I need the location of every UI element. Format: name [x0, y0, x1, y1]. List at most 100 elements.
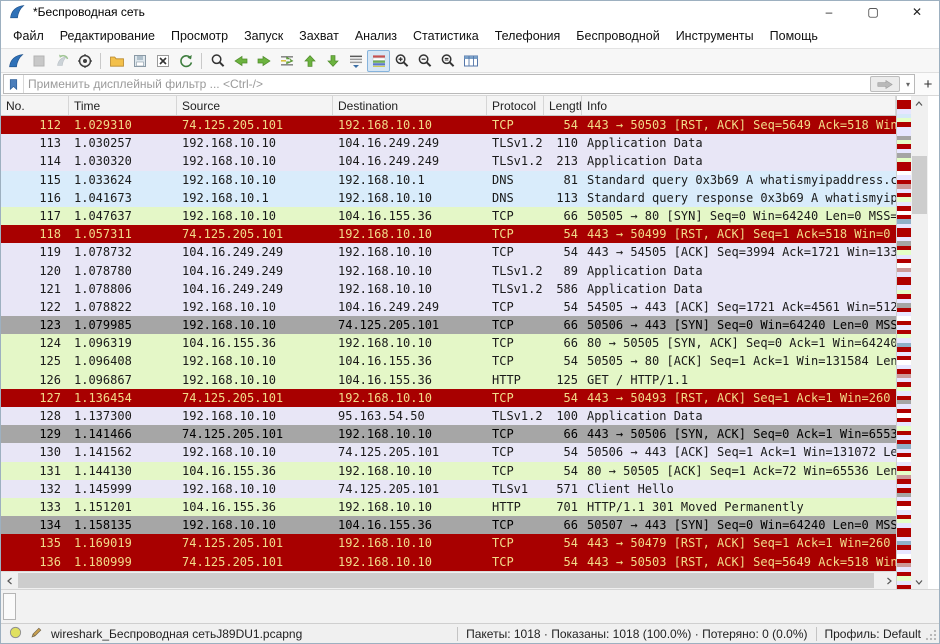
packet-row[interactable]: 1121.02931074.125.205.101192.168.10.10TC…: [1, 116, 896, 134]
resize-columns-icon[interactable]: [459, 50, 482, 72]
menu-статистика[interactable]: Статистика: [405, 25, 487, 47]
packet-row[interactable]: 1211.078806104.16.249.249192.168.10.10TL…: [1, 280, 896, 298]
menu-запуск[interactable]: Запуск: [236, 25, 291, 47]
packet-row[interactable]: 1261.096867192.168.10.10104.16.155.36HTT…: [1, 371, 896, 389]
packet-row[interactable]: 1151.033624192.168.10.10192.168.10.1DNS8…: [1, 171, 896, 189]
packet-minimap[interactable]: [896, 96, 911, 589]
menu-просмотр[interactable]: Просмотр: [163, 25, 236, 47]
toolbar-separator: [100, 53, 101, 69]
expert-info-icon[interactable]: [9, 626, 22, 642]
column-header-info[interactable]: Info: [582, 96, 896, 115]
apply-filter-button[interactable]: [870, 76, 900, 92]
close-button[interactable]: ✕: [895, 1, 939, 23]
vertical-scroll-thumb[interactable]: [912, 156, 926, 214]
packet-row[interactable]: 1191.078732104.16.249.249192.168.10.10TC…: [1, 243, 896, 261]
restart-capture-icon[interactable]: [50, 50, 73, 72]
packet-row[interactable]: 1361.18099974.125.205.101192.168.10.10TC…: [1, 553, 896, 571]
packet-row[interactable]: 1271.13645474.125.205.101192.168.10.10TC…: [1, 389, 896, 407]
scroll-left-icon[interactable]: [1, 572, 18, 589]
find-packet-icon[interactable]: [206, 50, 229, 72]
packet-row[interactable]: 1141.030320192.168.10.10104.16.249.249TL…: [1, 152, 896, 170]
column-header-length[interactable]: Length: [544, 96, 582, 115]
capture-options-icon[interactable]: [73, 50, 96, 72]
scroll-right-icon[interactable]: [880, 572, 897, 589]
packet-row[interactable]: 1301.141562192.168.10.1074.125.205.101TC…: [1, 443, 896, 461]
scroll-down-icon[interactable]: [911, 574, 927, 589]
column-header-protocol[interactable]: Protocol: [487, 96, 544, 115]
packet-row[interactable]: 1331.151201104.16.155.36192.168.10.10HTT…: [1, 498, 896, 516]
packet-row[interactable]: 1201.078780104.16.249.249192.168.10.10TL…: [1, 262, 896, 280]
resize-grip[interactable]: [925, 629, 937, 641]
packet-row[interactable]: 1181.05731174.125.205.101192.168.10.10TC…: [1, 225, 896, 243]
go-forward-icon[interactable]: [252, 50, 275, 72]
packet-cell: TLSv1.2: [487, 152, 544, 170]
menu-редактирование[interactable]: Редактирование: [52, 25, 163, 47]
go-last-icon[interactable]: [321, 50, 344, 72]
menu-помощь[interactable]: Помощь: [762, 25, 826, 47]
reload-file-icon[interactable]: [174, 50, 197, 72]
auto-scroll-icon[interactable]: [344, 50, 367, 72]
menu-телефония[interactable]: Телефония: [487, 25, 569, 47]
vertical-scrollbar[interactable]: [911, 96, 927, 589]
packet-cell: 74.125.205.101: [177, 534, 333, 552]
packet-row[interactable]: 1131.030257192.168.10.10104.16.249.249TL…: [1, 134, 896, 152]
column-header-destination[interactable]: Destination: [333, 96, 487, 115]
go-to-packet-icon[interactable]: [275, 50, 298, 72]
packet-cell: 1.144130: [69, 462, 177, 480]
packet-row[interactable]: 1341.158135192.168.10.10104.16.155.36TCP…: [1, 516, 896, 534]
capture-file-name[interactable]: wireshark_Беспроводная сетьJ89DU1.pcapng: [51, 627, 302, 641]
go-back-icon[interactable]: [229, 50, 252, 72]
status-bar: wireshark_Беспроводная сетьJ89DU1.pcapng…: [1, 623, 939, 643]
save-file-icon[interactable]: [128, 50, 151, 72]
packet-cell: 95.163.54.50: [333, 407, 487, 425]
packet-row[interactable]: 1351.16901974.125.205.101192.168.10.10TC…: [1, 534, 896, 552]
menu-захват[interactable]: Захват: [291, 25, 347, 47]
packet-row[interactable]: 1291.14146674.125.205.101192.168.10.10TC…: [1, 425, 896, 443]
close-file-icon[interactable]: [151, 50, 174, 72]
profile-label[interactable]: Профиль: Default: [825, 627, 922, 641]
start-capture-icon[interactable]: [4, 50, 27, 72]
capture-comment-icon[interactable]: [30, 626, 43, 642]
packet-cell: 54: [544, 389, 582, 407]
packet-row[interactable]: 1161.041673192.168.10.1192.168.10.10DNS1…: [1, 189, 896, 207]
zoom-out-icon[interactable]: [413, 50, 436, 72]
packet-cell: Application Data: [582, 262, 896, 280]
menu-инструменты[interactable]: Инструменты: [668, 25, 762, 47]
packet-row[interactable]: 1221.078822192.168.10.10104.16.249.249TC…: [1, 298, 896, 316]
packet-row[interactable]: 1231.079985192.168.10.1074.125.205.101TC…: [1, 316, 896, 334]
packet-row[interactable]: 1281.137300192.168.10.1095.163.54.50TLSv…: [1, 407, 896, 425]
horizontal-scrollbar[interactable]: [1, 571, 897, 589]
packet-cell: 104.16.155.36: [333, 371, 487, 389]
packet-cell: DNS: [487, 189, 544, 207]
filter-bookmark-icon[interactable]: [4, 75, 24, 93]
scroll-up-icon[interactable]: [911, 96, 927, 111]
minimize-button[interactable]: –: [807, 1, 851, 23]
packet-row[interactable]: 1321.145999192.168.10.1074.125.205.101TL…: [1, 480, 896, 498]
vertical-scroll-track[interactable]: [911, 111, 927, 574]
menu-файл[interactable]: Файл: [5, 25, 52, 47]
packet-cell: 54: [544, 534, 582, 552]
display-filter-input[interactable]: [24, 76, 870, 92]
packet-row[interactable]: 1171.047637192.168.10.10104.16.155.36TCP…: [1, 207, 896, 225]
column-header-no[interactable]: No.: [1, 96, 69, 115]
menu-беспроводной[interactable]: Беспроводной: [568, 25, 667, 47]
horizontal-scroll-thumb[interactable]: [18, 573, 874, 588]
packet-row[interactable]: 1311.144130104.16.155.36192.168.10.10TCP…: [1, 462, 896, 480]
pane-splitter-handle[interactable]: [3, 593, 16, 620]
go-first-icon[interactable]: [298, 50, 321, 72]
packet-cell: 192.168.10.10: [177, 298, 333, 316]
packet-row[interactable]: 1241.096319104.16.155.36192.168.10.10TCP…: [1, 334, 896, 352]
menu-анализ[interactable]: Анализ: [347, 25, 405, 47]
stop-capture-icon[interactable]: [27, 50, 50, 72]
maximize-button[interactable]: ▢: [851, 1, 895, 23]
packet-row[interactable]: 1251.096408192.168.10.10104.16.155.36TCP…: [1, 352, 896, 370]
add-filter-button-button[interactable]: +: [919, 75, 937, 93]
zoom-in-icon[interactable]: [390, 50, 413, 72]
zoom-reset-icon[interactable]: [436, 50, 459, 72]
open-file-icon[interactable]: [105, 50, 128, 72]
colorize-icon[interactable]: [367, 50, 390, 72]
filter-dropdown-caret-icon[interactable]: ▾: [902, 76, 914, 92]
column-header-source[interactable]: Source: [177, 96, 333, 115]
packet-cell: Standard query 0x3b69 A whatismyipaddres…: [582, 171, 896, 189]
column-header-time[interactable]: Time: [69, 96, 177, 115]
